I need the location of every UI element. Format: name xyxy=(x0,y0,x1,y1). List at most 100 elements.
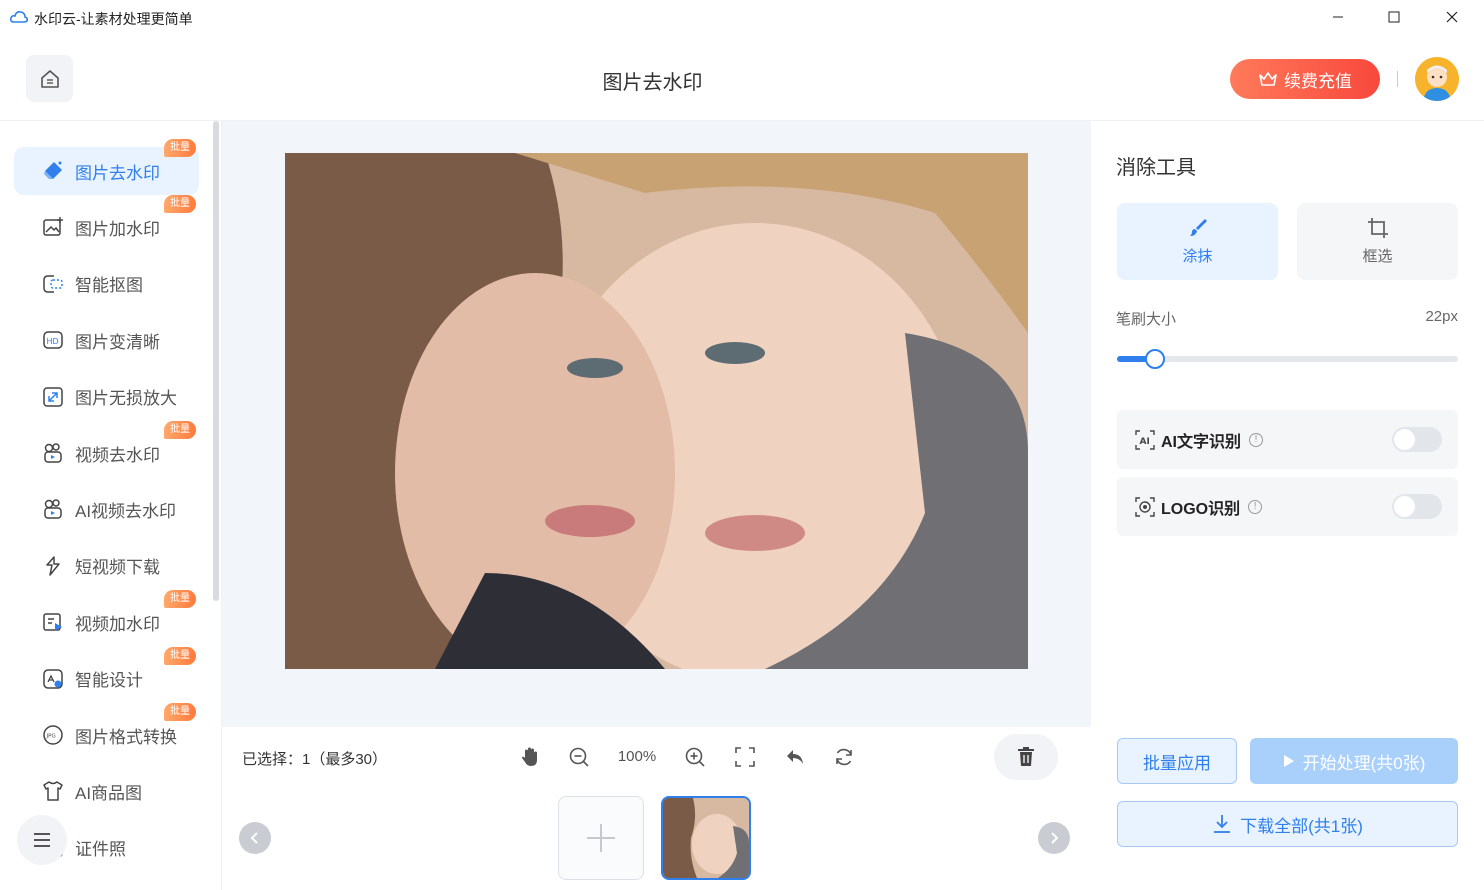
download-all-label: 下载全部(共1张) xyxy=(1240,816,1363,836)
minimize-icon xyxy=(1333,16,1343,18)
sidebar-item[interactable]: 智能抠图 xyxy=(14,260,199,308)
sidebar-item[interactable]: AI商品图 xyxy=(14,767,199,815)
sidebar-item-label: 智能抠图 xyxy=(75,276,143,296)
logo-recognition-option: LOGO识别 ! xyxy=(1117,477,1458,536)
sidebar-item[interactable]: 图片无损放大 xyxy=(14,373,199,421)
shirt-icon xyxy=(41,779,65,803)
batch-badge: 批量 xyxy=(164,590,196,609)
sidebar-item-label: 图片无损放大 xyxy=(75,389,177,409)
batch-badge: 批量 xyxy=(164,139,196,157)
brush-size-slider[interactable] xyxy=(1117,349,1458,369)
sidebar-item[interactable]: 图片去水印 批量 xyxy=(14,139,199,195)
sidebar-item-label: 图片加水印 xyxy=(75,219,160,239)
image-canvas[interactable] xyxy=(222,121,1091,727)
batch-badge: 批量 xyxy=(164,195,196,214)
sidebar-item[interactable]: 视频加水印 批量 xyxy=(14,590,199,646)
brush-size-label: 笔刷大小 xyxy=(1116,311,1177,328)
panel-title: 消除工具 xyxy=(1116,157,1196,179)
title-bar: 水印云-让素材处理更简单 xyxy=(0,0,1484,36)
header-divider xyxy=(1397,71,1398,87)
crown-icon xyxy=(1259,72,1277,86)
ai-text-recognition-toggle[interactable] xyxy=(1392,427,1442,452)
start-process-button[interactable]: 开始处理(共0张) xyxy=(1250,738,1458,784)
thumbnail-image xyxy=(663,798,749,878)
chevron-right-icon xyxy=(1051,832,1059,844)
edited-photo[interactable] xyxy=(285,153,1028,669)
box-select-mode-label: 框选 xyxy=(1362,248,1393,265)
sidebar-item[interactable]: 图片加水印 批量 xyxy=(14,195,199,251)
design-icon xyxy=(41,667,65,691)
zoom-out-button[interactable] xyxy=(566,744,592,770)
sidebar-item[interactable]: AI视频去水印 xyxy=(14,485,199,533)
sidebar-item-label: AI视频去水印 xyxy=(75,501,177,521)
zoom-in-button[interactable] xyxy=(682,744,708,770)
eraser-icon xyxy=(41,159,65,183)
sidebar-item-label: AI商品图 xyxy=(75,783,143,803)
info-icon[interactable]: ! xyxy=(1249,432,1264,447)
prev-image-button[interactable] xyxy=(239,822,271,854)
crop-icon xyxy=(1367,218,1388,238)
sidebar-item[interactable]: 视频去水印 批量 xyxy=(14,421,199,477)
sidebar-item-label: 证件照 xyxy=(75,840,126,860)
logo-recognition-toggle[interactable] xyxy=(1392,494,1442,519)
close-icon xyxy=(1446,11,1458,23)
logo-recognition-label: LOGO识别 xyxy=(1161,500,1241,518)
start-process-label: 开始处理(共0张) xyxy=(1302,753,1426,773)
app-logo-icon xyxy=(10,11,28,23)
smear-mode-label: 涂抹 xyxy=(1182,248,1213,265)
sidebar-item[interactable]: JPG 图片格式转换 批量 xyxy=(14,703,199,759)
page-title: 图片去水印 xyxy=(602,72,703,94)
svg-text:AI: AI xyxy=(1140,437,1150,447)
next-image-button[interactable] xyxy=(1038,822,1070,854)
box-select-mode-button[interactable]: 框选 xyxy=(1297,203,1458,280)
sidebar-item-label: 图片格式转换 xyxy=(75,727,177,747)
avatar[interactable] xyxy=(1415,57,1459,101)
undo-icon xyxy=(787,750,803,764)
maximize-button[interactable] xyxy=(1370,0,1418,34)
zoom-out-icon xyxy=(569,747,589,767)
batch-badge: 批量 xyxy=(164,646,196,665)
recharge-button[interactable]: 续费充值 xyxy=(1230,59,1380,99)
video-clean-icon xyxy=(41,441,65,465)
sidebar-item-label: 视频去水印 xyxy=(75,445,160,465)
jpg-icon: JPG xyxy=(41,723,65,747)
download-link-icon xyxy=(41,554,65,578)
selected-count: 已选择：1（最多30） xyxy=(242,751,388,768)
ai-text-recognition-option: AI AI文字识别 ! xyxy=(1117,410,1458,469)
sidebar-item-label: 图片去水印 xyxy=(75,163,160,183)
sidebar-scrollbar[interactable] xyxy=(213,121,219,601)
close-button[interactable] xyxy=(1428,0,1476,34)
add-image-button[interactable] xyxy=(558,796,644,880)
batch-badge: 批量 xyxy=(164,421,196,439)
chevron-left-icon xyxy=(250,832,258,844)
image-add-icon xyxy=(41,215,65,239)
ai-text-icon: AI xyxy=(1135,429,1155,450)
minimize-button[interactable] xyxy=(1314,0,1362,34)
brush-size-slider-handle[interactable] xyxy=(1145,349,1165,369)
sidebar-item[interactable]: HD 图片变清晰 xyxy=(14,316,199,364)
download-all-button[interactable]: 下载全部(共1张) xyxy=(1117,801,1458,847)
sidebar-item[interactable]: 智能设计 批量 xyxy=(14,646,199,703)
refresh-icon xyxy=(836,748,852,766)
sidebar-item[interactable]: 短视频下载 xyxy=(14,542,199,590)
play-icon xyxy=(1283,755,1294,767)
enlarge-icon xyxy=(41,385,65,409)
batch-apply-button[interactable]: 批量应用 xyxy=(1117,738,1237,784)
trash-icon xyxy=(1018,747,1034,766)
fit-screen-button[interactable] xyxy=(732,744,758,770)
pan-tool-button[interactable] xyxy=(517,744,543,770)
image-thumbnail[interactable] xyxy=(661,796,751,880)
delete-button[interactable] xyxy=(994,734,1058,780)
plus-icon xyxy=(587,824,615,852)
ai-video-clean-icon xyxy=(41,497,65,521)
info-icon[interactable]: ! xyxy=(1248,499,1263,514)
menu-toggle-button[interactable] xyxy=(17,815,67,865)
svg-text:HD: HD xyxy=(47,337,59,346)
sidebar-item-label: 视频加水印 xyxy=(75,614,160,634)
reset-button[interactable] xyxy=(831,744,857,770)
cutout-icon xyxy=(41,272,65,296)
recharge-label: 续费充值 xyxy=(1284,71,1352,91)
download-icon xyxy=(1214,815,1231,833)
smear-mode-button[interactable]: 涂抹 xyxy=(1117,203,1278,280)
undo-button[interactable] xyxy=(782,744,808,770)
